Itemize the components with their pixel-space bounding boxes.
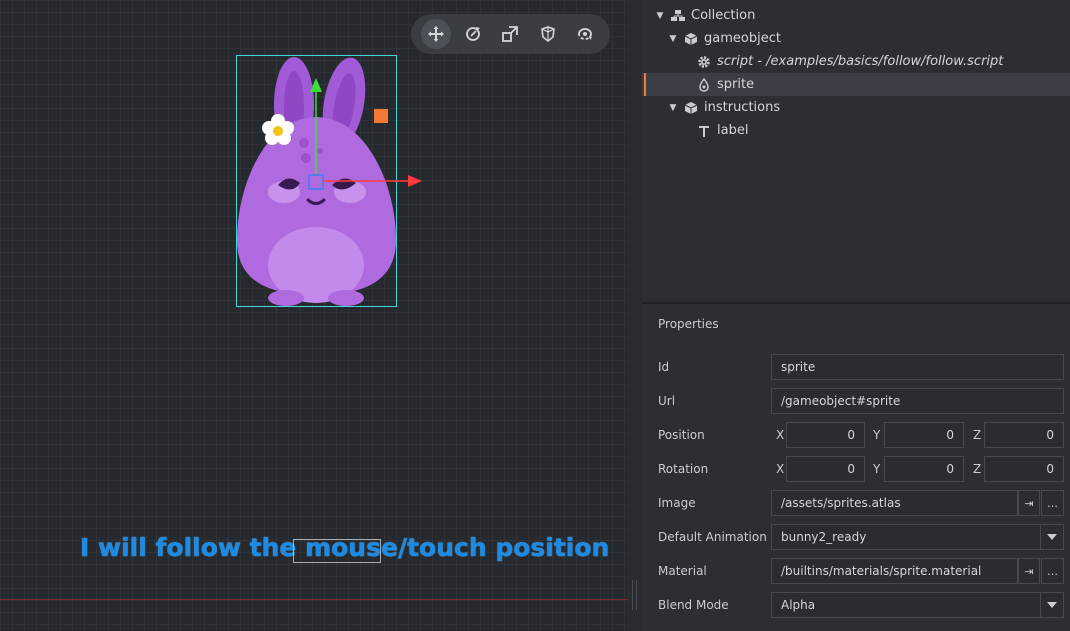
- rotation-y-field[interactable]: 0: [884, 456, 964, 482]
- url-value: /gameobject#sprite: [781, 394, 901, 408]
- material-value: /builtins/materials/sprite.material: [781, 564, 982, 578]
- position-z-label: Z: [973, 428, 982, 442]
- position-label: Position: [658, 428, 705, 442]
- rotation-y-label: Y: [873, 462, 881, 476]
- rotate-icon: [466, 27, 481, 41]
- outline-item-label: gameobject: [704, 31, 781, 46]
- image-value: /assets/sprites.atlas: [781, 496, 901, 510]
- camera-tool-button[interactable]: [570, 19, 600, 49]
- position-x-value: 0: [847, 428, 855, 442]
- blend-mode-value: Alpha: [781, 598, 816, 612]
- label-bounds: [293, 539, 381, 563]
- position-z-field[interactable]: 0: [984, 422, 1064, 448]
- blend-mode-label: Blend Mode: [658, 598, 729, 612]
- rotation-z-label: Z: [973, 462, 982, 476]
- cube-icon: [684, 101, 698, 115]
- position-x-label: X: [776, 428, 785, 442]
- default-animation-select[interactable]: bunny2_ready: [771, 524, 1064, 550]
- expand-caret-icon[interactable]: ▼: [668, 34, 678, 44]
- image-goto-button[interactable]: ⇥: [1018, 490, 1040, 516]
- selection-bounds: [236, 55, 397, 307]
- expand-caret-icon[interactable]: ▼: [655, 11, 665, 21]
- scene-viewport[interactable]: I will follow the mouse/touch position: [0, 0, 628, 631]
- panel-splitter[interactable]: [628, 0, 642, 631]
- url-field[interactable]: /gameobject#sprite: [771, 388, 1064, 414]
- browse-icon: …: [1047, 564, 1058, 578]
- position-x-field[interactable]: 0: [786, 422, 865, 448]
- outline-item-script[interactable]: script - /examples/basics/follow/follow.…: [642, 50, 1070, 73]
- rotation-x-value: 0: [847, 462, 855, 476]
- id-value: sprite: [781, 360, 816, 374]
- rotate-tool-button[interactable]: [458, 19, 488, 49]
- blend-mode-select[interactable]: Alpha: [771, 592, 1064, 618]
- outline-item-label-node[interactable]: label: [642, 119, 1070, 142]
- chevron-down-icon: [1047, 534, 1057, 540]
- default-animation-label: Default Animation: [658, 530, 767, 544]
- outline-item-label: instructions: [704, 100, 781, 115]
- rotation-x-label: X: [776, 462, 785, 476]
- image-field[interactable]: /assets/sprites.atlas: [771, 490, 1018, 516]
- id-label: Id: [658, 360, 670, 374]
- position-y-value: 0: [946, 428, 954, 442]
- rotation-label: Rotation: [658, 462, 709, 476]
- material-field[interactable]: /builtins/materials/sprite.material: [771, 558, 1018, 584]
- outline-item-gameobject[interactable]: ▼ gameobject: [642, 27, 1070, 50]
- outline-item-label: label: [717, 123, 749, 138]
- pivot-handle[interactable]: [374, 109, 388, 123]
- goto-icon: ⇥: [1024, 496, 1034, 510]
- outline-item-instructions[interactable]: ▼ instructions: [642, 96, 1070, 119]
- goto-icon: ⇥: [1024, 564, 1034, 578]
- material-goto-button[interactable]: ⇥: [1018, 558, 1040, 584]
- scale-icon: [502, 26, 519, 42]
- rotation-x-field[interactable]: 0: [786, 456, 865, 482]
- position-z-value: 0: [1046, 428, 1054, 442]
- material-label: Material: [658, 564, 707, 578]
- url-label: Url: [658, 394, 676, 408]
- move-tool-button[interactable]: [420, 19, 451, 49]
- outline-item-sprite[interactable]: sprite: [642, 73, 1070, 96]
- outline-item-label: sprite: [717, 77, 755, 92]
- properties-title: Properties: [658, 317, 719, 331]
- id-field[interactable]: sprite: [771, 354, 1064, 380]
- rotation-y-value: 0: [946, 462, 954, 476]
- cube-icon: [684, 32, 698, 46]
- expand-caret-icon[interactable]: ▼: [668, 103, 678, 113]
- camera-rotate-icon: [578, 28, 593, 40]
- outline-item-label: script - /examples/basics/follow/follow.…: [717, 54, 1004, 69]
- image-browse-button[interactable]: …: [1041, 490, 1064, 516]
- dropdown-separator: [1040, 525, 1041, 549]
- position-y-label: Y: [873, 428, 881, 442]
- splitter-grip[interactable]: [632, 580, 637, 610]
- rotation-z-field[interactable]: 0: [984, 456, 1064, 482]
- gear-icon: [697, 55, 711, 69]
- dropdown-separator: [1040, 593, 1041, 617]
- text-icon: [697, 124, 711, 138]
- properties-panel: Properties Id sprite Url /gameobject#spr…: [642, 304, 1070, 631]
- move-icon: [427, 26, 444, 42]
- rotation-z-value: 0: [1046, 462, 1054, 476]
- outline-panel: ▼ Collection ▼ gameobject script - /exam…: [642, 0, 1070, 302]
- visibility-filter-button[interactable]: [533, 19, 563, 49]
- outline-item-collection[interactable]: ▼ Collection: [642, 4, 1070, 27]
- chevron-down-icon: [1047, 602, 1057, 608]
- collection-icon: [671, 9, 685, 23]
- default-animation-value: bunny2_ready: [781, 530, 867, 544]
- outline-item-label: Collection: [691, 8, 756, 23]
- x-axis-line: [0, 599, 628, 600]
- sprite-icon: [697, 77, 711, 92]
- browse-icon: …: [1047, 496, 1058, 510]
- position-y-field[interactable]: 0: [884, 422, 964, 448]
- scale-tool-button[interactable]: [495, 19, 525, 49]
- material-browse-button[interactable]: …: [1041, 558, 1064, 584]
- scene-toolbar: [411, 14, 610, 54]
- image-label: Image: [658, 496, 696, 510]
- shield-icon: [540, 26, 555, 43]
